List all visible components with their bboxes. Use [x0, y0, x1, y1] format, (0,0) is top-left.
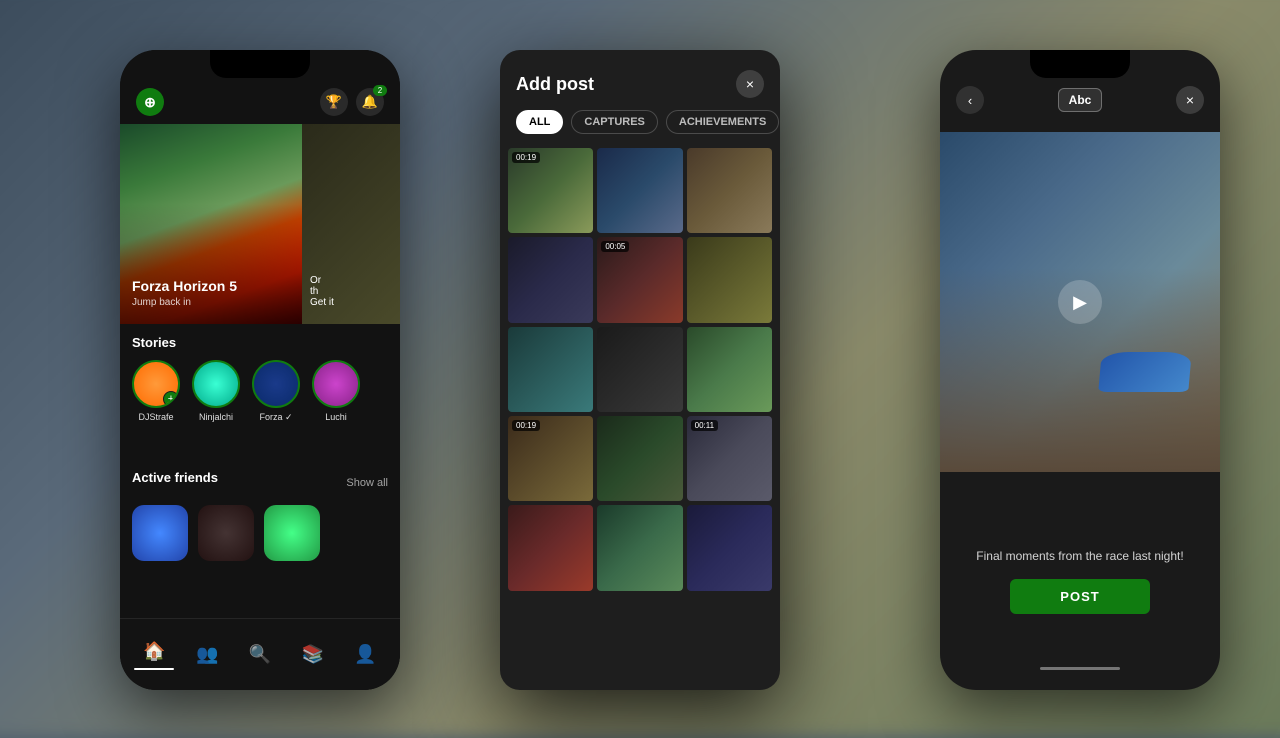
hero-area: Forza Horizon 5 Jump back in Or th Get i…	[120, 124, 400, 324]
post-caption: Final moments from the race last night!	[956, 549, 1204, 563]
capture-thumb-7[interactable]	[508, 327, 593, 412]
nav-item-social[interactable]: 👥	[181, 643, 234, 667]
xbox-logo-icon: ⊕	[136, 88, 164, 116]
home-nav-icon: 🏠	[142, 640, 166, 664]
text-tool-button[interactable]: Abc	[1058, 88, 1103, 112]
right-notch	[1030, 50, 1130, 78]
search-nav-icon: 🔍	[248, 643, 272, 667]
forza-hero-card[interactable]: Forza Horizon 5 Jump back in	[120, 124, 302, 324]
nav-item-profile[interactable]: 👤	[339, 643, 392, 667]
story-item-djstrafe[interactable]: + DJStrafe	[132, 360, 180, 423]
nav-item-search[interactable]: 🔍	[234, 643, 287, 667]
stories-title: Stories	[132, 335, 388, 350]
filter-tabs: ALL CAPTURES ACHIEVEMENTS	[500, 110, 780, 148]
hero-card-secondary-text: Or th Get it	[310, 275, 334, 308]
capture-thumb-15[interactable]	[687, 505, 772, 590]
stories-section: Stories + DJStrafe Ninjalchi Forza ✓	[120, 335, 400, 423]
capture-timer-10: 00:19	[512, 420, 540, 431]
hero-subtitle: Jump back in	[132, 297, 237, 308]
car-shape	[1098, 352, 1191, 392]
bottom-indicator	[1040, 667, 1120, 670]
modal-close-button[interactable]: ×	[736, 70, 764, 98]
capture-thumb-12[interactable]: 00:11	[687, 416, 772, 501]
friends-section: Active friends Show all	[120, 470, 400, 561]
hero-text: Forza Horizon 5 Jump back in	[132, 278, 237, 308]
capture-thumb-6[interactable]	[687, 237, 772, 322]
modal-header: Add post ×	[500, 50, 780, 110]
story-avatar-djstrafe: +	[132, 360, 180, 408]
header-icons: 🏆 🔔 2	[320, 88, 384, 116]
filter-achievements-tab[interactable]: ACHIEVEMENTS	[666, 110, 779, 134]
friends-row	[132, 505, 388, 561]
capture-thumb-3[interactable]	[687, 148, 772, 233]
capture-thumb-8[interactable]	[597, 327, 682, 412]
nav-active-indicator	[134, 668, 174, 670]
bottom-nav: 🏠 👥 🔍 📚 👤	[120, 618, 400, 690]
story-name-djstrafe: DJStrafe	[138, 412, 173, 422]
stories-row: + DJStrafe Ninjalchi Forza ✓ Luchi	[132, 360, 388, 423]
capture-thumb-10[interactable]: 00:19	[508, 416, 593, 501]
hero-title: Forza Horizon 5	[132, 278, 237, 295]
show-all-link[interactable]: Show all	[346, 477, 388, 489]
friends-title: Active friends	[132, 470, 218, 485]
story-avatar-ninjalchi	[192, 360, 240, 408]
achievements-icon[interactable]: 🏆	[320, 88, 348, 116]
filter-captures-tab[interactable]: CAPTURES	[571, 110, 658, 134]
post-button[interactable]: POST	[1010, 579, 1150, 614]
nav-item-home[interactable]: 🏠	[128, 640, 181, 670]
left-phone: ⊕ 🏆 🔔 2 Forza Horizon 5 Jump back in	[120, 50, 400, 690]
capture-timer-5: 00:05	[601, 241, 629, 252]
friends-header: Active friends Show all	[132, 470, 388, 495]
story-item-luchi[interactable]: Luchi	[312, 360, 360, 423]
right-phone: ‹ Abc × ▶ Final moments from the race la…	[940, 50, 1220, 690]
notifications-icon[interactable]: 🔔 2	[356, 88, 384, 116]
post-section: Final moments from the race last night! …	[940, 533, 1220, 630]
left-notch	[210, 50, 310, 78]
story-item-ninjalchi[interactable]: Ninjalchi	[192, 360, 240, 423]
back-button[interactable]: ‹	[956, 86, 984, 114]
notification-badge: 2	[373, 85, 387, 96]
story-avatar-luchi	[312, 360, 360, 408]
friend-avatar-3[interactable]	[264, 505, 320, 561]
filter-all-tab[interactable]: ALL	[516, 110, 563, 134]
capture-thumb-14[interactable]	[597, 505, 682, 590]
capture-thumb-2[interactable]	[597, 148, 682, 233]
story-avatar-forza	[252, 360, 300, 408]
capture-thumb-1[interactable]: 00:19	[508, 148, 593, 233]
capture-thumb-5[interactable]: 00:05	[597, 237, 682, 322]
modal-title: Add post	[516, 74, 594, 95]
right-close-button[interactable]: ×	[1176, 86, 1204, 114]
story-item-forza[interactable]: Forza ✓	[252, 360, 300, 423]
library-nav-icon: 📚	[301, 643, 325, 667]
story-name-forza: Forza ✓	[259, 412, 292, 423]
capture-thumb-4[interactable]	[508, 237, 593, 322]
play-button[interactable]: ▶	[1058, 280, 1102, 324]
friend-avatar-1[interactable]	[132, 505, 188, 561]
friend-avatar-2[interactable]	[198, 505, 254, 561]
captures-grid: 00:19 00:05 00:19 00:11	[500, 148, 780, 591]
capture-timer-12: 00:11	[691, 420, 718, 431]
capture-thumb-11[interactable]	[597, 416, 682, 501]
video-preview-area: ▶	[940, 132, 1220, 472]
capture-thumb-9[interactable]	[687, 327, 772, 412]
profile-nav-icon: 👤	[354, 643, 378, 667]
capture-thumb-13[interactable]	[508, 505, 593, 590]
social-nav-icon: 👥	[195, 643, 219, 667]
capture-timer-1: 00:19	[512, 152, 540, 163]
nav-item-library[interactable]: 📚	[286, 643, 339, 667]
story-name-ninjalchi: Ninjalchi	[199, 412, 233, 422]
story-add-icon: +	[163, 391, 179, 407]
hero-card-secondary[interactable]: Or th Get it	[302, 124, 400, 324]
add-post-modal: Add post × ALL CAPTURES ACHIEVEMENTS 00:…	[500, 50, 780, 690]
story-name-luchi: Luchi	[325, 412, 347, 422]
